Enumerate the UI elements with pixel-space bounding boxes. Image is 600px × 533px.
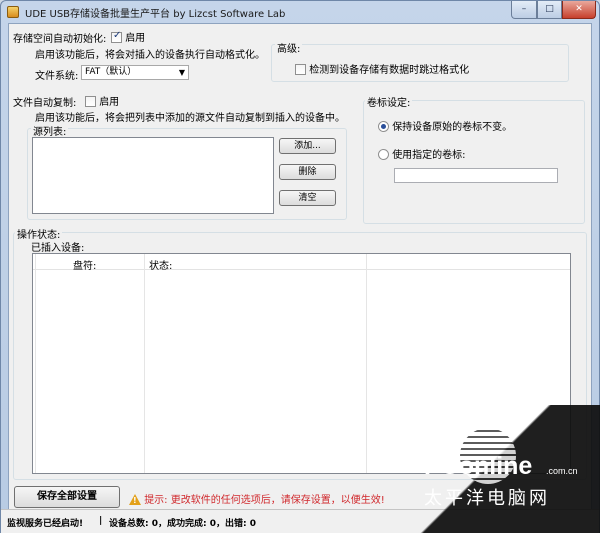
custom-label-radio[interactable] (378, 149, 389, 160)
storage-init-checkbox[interactable] (111, 30, 122, 43)
column-status[interactable]: 状态: (149, 257, 172, 272)
custom-label-text: 使用指定的卷标: (392, 150, 466, 161)
filesystem-label: 文件系统: (35, 71, 79, 82)
storage-init-label: 存储空间自动初始化: (13, 34, 107, 45)
watermark-domain: .com.cn (546, 466, 578, 476)
minimize-button[interactable]: – (511, 1, 537, 19)
hint-message: 提示: 更改软件的任何选项后，请保存设置，以便生效! (129, 491, 385, 506)
window-title: UDE USB存储设备批量生产平台 by Lizcst Software Lab (25, 9, 286, 20)
device-counts: 设备总数: 0，成功完成: 0，出错: 0 (109, 519, 256, 529)
skip-format-option[interactable]: 检测到设备存储有数据时跳过格式化 (295, 61, 469, 76)
maximize-button[interactable]: □ (537, 1, 562, 19)
skip-format-label: 检测到设备存储有数据时跳过格式化 (309, 65, 470, 76)
custom-label-option[interactable]: 使用指定的卷标: (378, 146, 466, 161)
keep-label-option[interactable]: 保持设备原始的卷标不变。 (378, 118, 512, 133)
storage-init-description: 启用该功能后，将会对插入的设备执行自动格式化。 (35, 50, 265, 61)
device-list-header: 盘符: 状态: (33, 254, 570, 272)
status-separator: | (99, 516, 103, 526)
delete-button[interactable]: 删除 (279, 164, 336, 180)
keep-label-radio[interactable] (378, 121, 389, 132)
volume-label-title: 卷标设定: (365, 94, 413, 109)
skip-format-checkbox[interactable] (295, 64, 306, 75)
column-drive[interactable]: 盘符: (73, 257, 96, 272)
title-bar[interactable]: UDE USB存储设备批量生产平台 by Lizcst Software Lab… (1, 1, 599, 23)
warning-icon (129, 494, 141, 505)
storage-init-enable[interactable]: 启用 (111, 29, 145, 44)
file-copy-enable[interactable]: 启用 (85, 93, 119, 108)
source-list[interactable] (32, 137, 274, 214)
file-copy-checkbox[interactable] (85, 96, 96, 107)
save-all-button[interactable]: 保存全部设置 (14, 486, 120, 508)
watermark-brand: PConline (424, 452, 533, 480)
file-copy-label: 文件自动复制: (13, 98, 77, 109)
clear-button[interactable]: 清空 (279, 190, 336, 206)
service-status: 监视服务已经启动! (7, 519, 84, 529)
advanced-label: 高级: (275, 40, 303, 55)
close-button[interactable]: ✕ (562, 1, 596, 19)
source-list-label: 源列表: (31, 123, 69, 138)
file-copy-enable-label: 启用 (99, 97, 120, 108)
watermark-cn: 太平洋电脑网 (424, 488, 550, 508)
storage-init-enable-label: 启用 (125, 33, 146, 44)
app-icon (7, 6, 19, 18)
chevron-down-icon: ▼ (178, 68, 185, 77)
filesystem-value: FAT（默认） (85, 67, 137, 77)
devices-label: 已插入设备: (31, 243, 85, 254)
file-copy-description: 启用该功能后，将会把列表中添加的源文件自动复制到插入的设备中。 (35, 113, 345, 124)
keep-label-text: 保持设备原始的卷标不变。 (392, 122, 513, 133)
add-button[interactable]: 添加... (279, 138, 336, 154)
hint-text: 提示: 更改软件的任何选项后，请保存设置，以便生效! (144, 495, 385, 506)
filesystem-select[interactable]: FAT（默认） ▼ (81, 65, 189, 80)
custom-label-input[interactable] (394, 168, 558, 183)
